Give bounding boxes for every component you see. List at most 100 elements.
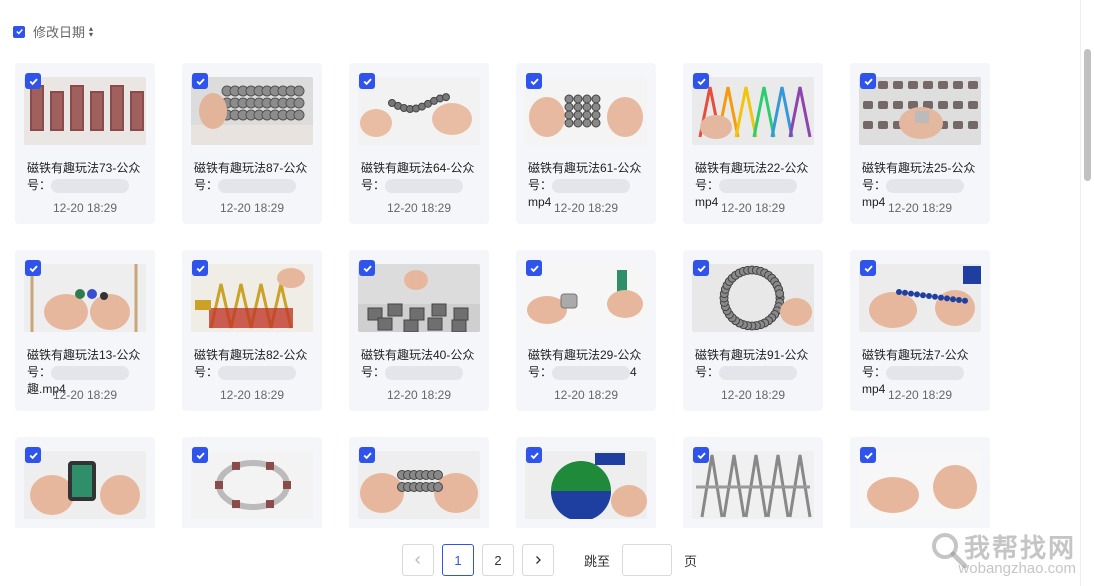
file-card[interactable] [516, 437, 656, 528]
item-checkbox[interactable] [860, 260, 876, 276]
redacted-text [886, 178, 965, 193]
file-card[interactable]: 磁铁有趣玩法82-公众号： 12-20 18:29 [182, 250, 322, 411]
file-name[interactable]: 磁铁有趣玩法40-公众号： [361, 347, 481, 381]
watermark-sub: wobangzhao.com [958, 560, 1076, 577]
prev-page-button[interactable] [402, 544, 434, 576]
file-card[interactable]: 磁铁有趣玩法64-公众号： 12-20 18:29 [349, 63, 489, 224]
file-name[interactable]: 磁铁有趣玩法73-公众号： [27, 160, 147, 194]
file-name[interactable]: 磁铁有趣玩法82-公众号： [194, 347, 314, 381]
item-checkbox[interactable] [192, 73, 208, 89]
video-thumbnail[interactable] [191, 264, 313, 332]
page-button-2[interactable]: 2 [482, 544, 514, 576]
video-thumbnail[interactable] [24, 77, 146, 145]
item-checkbox[interactable] [359, 447, 375, 463]
file-card[interactable]: 磁铁有趣玩法22-公众号：mp4 12-20 18:29 [683, 63, 823, 224]
video-thumbnail[interactable] [358, 77, 480, 145]
sort-control[interactable]: 修改日期 ▴ ▾ [13, 22, 93, 41]
item-checkbox[interactable] [526, 73, 542, 89]
video-thumbnail[interactable] [525, 264, 647, 332]
video-thumbnail[interactable] [191, 77, 313, 145]
check-icon [864, 451, 873, 459]
check-icon [530, 264, 539, 272]
check-icon [530, 451, 539, 459]
check-icon [697, 264, 706, 272]
video-thumbnail[interactable] [692, 451, 814, 519]
chevron-left-icon [415, 556, 420, 564]
item-checkbox[interactable] [693, 260, 709, 276]
modified-date: 12-20 18:29 [386, 201, 452, 215]
sort-label[interactable]: 修改日期 [33, 22, 85, 41]
chevron-right-icon [536, 556, 541, 564]
file-card[interactable]: 磁铁有趣玩法13-公众号：趣.mp4 12-20 18:29 [15, 250, 155, 411]
modified-date: 12-20 18:29 [219, 201, 285, 215]
video-thumbnail[interactable] [358, 451, 480, 519]
file-card[interactable]: 磁铁有趣玩法29-公众号： 4 12-20 18:29 [516, 250, 656, 411]
file-card[interactable] [182, 437, 322, 528]
page-button-1[interactable]: 1 [442, 544, 474, 576]
file-card[interactable] [349, 437, 489, 528]
sort-caret-icon[interactable]: ▴ ▾ [89, 24, 93, 38]
video-thumbnail[interactable] [859, 451, 981, 519]
item-checkbox[interactable] [359, 260, 375, 276]
check-icon [29, 451, 38, 459]
jump-label: 跳至 [584, 553, 611, 569]
watermark: 我帮找网 wobangzhao.com [929, 526, 1084, 582]
vertical-scrollbar[interactable] [1080, 0, 1094, 586]
video-thumbnail[interactable] [358, 264, 480, 332]
item-checkbox[interactable] [25, 260, 41, 276]
video-thumbnail[interactable] [859, 264, 981, 332]
item-checkbox[interactable] [860, 73, 876, 89]
file-name[interactable]: 磁铁有趣玩法29-公众号： 4 [528, 347, 648, 381]
item-checkbox[interactable] [693, 447, 709, 463]
file-grid: 磁铁有趣玩法73-公众号： 12-20 18:29 磁铁有趣玩法87-公众号： 12-… [15, 63, 1015, 528]
redacted-text [218, 178, 297, 193]
redacted-text [886, 365, 965, 380]
check-icon [697, 77, 706, 85]
file-card[interactable]: 磁铁有趣玩法40-公众号： 12-20 18:29 [349, 250, 489, 411]
video-thumbnail[interactable] [24, 264, 146, 332]
video-thumbnail[interactable] [692, 264, 814, 332]
modified-date: 12-20 18:29 [219, 388, 285, 402]
video-thumbnail[interactable] [525, 77, 647, 145]
item-checkbox[interactable] [359, 73, 375, 89]
next-page-button[interactable] [522, 544, 554, 576]
file-card[interactable]: 磁铁有趣玩法7-公众号：mp4 12-20 18:29 [850, 250, 990, 411]
video-thumbnail[interactable] [191, 451, 313, 519]
file-card[interactable] [850, 437, 990, 528]
file-card[interactable]: 磁铁有趣玩法25-公众号：mp4 12-20 18:29 [850, 63, 990, 224]
file-name[interactable]: 磁铁有趣玩法64-公众号： [361, 160, 481, 194]
jump-page-input[interactable] [622, 544, 673, 576]
video-thumbnail[interactable] [24, 451, 146, 519]
file-name[interactable]: 磁铁有趣玩法91-公众号： [695, 347, 815, 381]
file-card[interactable] [15, 437, 155, 528]
item-checkbox[interactable] [526, 260, 542, 276]
check-icon [363, 77, 372, 85]
modified-date: 12-20 18:29 [887, 388, 953, 402]
file-card[interactable]: 磁铁有趣玩法73-公众号： 12-20 18:29 [15, 63, 155, 224]
pagination: 1 2 跳至 页 [402, 544, 697, 576]
scrollbar-thumb[interactable] [1084, 49, 1091, 181]
item-checkbox[interactable] [693, 73, 709, 89]
file-card[interactable]: 磁铁有趣玩法91-公众号： 12-20 18:29 [683, 250, 823, 411]
item-checkbox[interactable] [526, 447, 542, 463]
video-thumbnail[interactable] [692, 77, 814, 145]
file-card[interactable]: 磁铁有趣玩法61-公众号：mp4 12-20 18:29 [516, 63, 656, 224]
item-checkbox[interactable] [860, 447, 876, 463]
item-checkbox[interactable] [192, 447, 208, 463]
file-name[interactable]: 磁铁有趣玩法87-公众号： [194, 160, 314, 194]
file-card[interactable]: 磁铁有趣玩法87-公众号： 12-20 18:29 [182, 63, 322, 224]
redacted-text [385, 365, 464, 380]
item-checkbox[interactable] [25, 447, 41, 463]
select-all-checkbox[interactable] [13, 25, 25, 38]
file-card[interactable] [683, 437, 823, 528]
redacted-text [51, 365, 130, 380]
modified-date: 12-20 18:29 [553, 388, 619, 402]
modified-date: 12-20 18:29 [720, 388, 786, 402]
video-thumbnail[interactable] [859, 77, 981, 145]
video-thumbnail[interactable] [525, 451, 647, 519]
modified-date: 12-20 18:29 [52, 388, 118, 402]
item-checkbox[interactable] [192, 260, 208, 276]
file-name-suffix: 4 [630, 365, 637, 379]
check-icon [363, 451, 372, 459]
item-checkbox[interactable] [25, 73, 41, 89]
